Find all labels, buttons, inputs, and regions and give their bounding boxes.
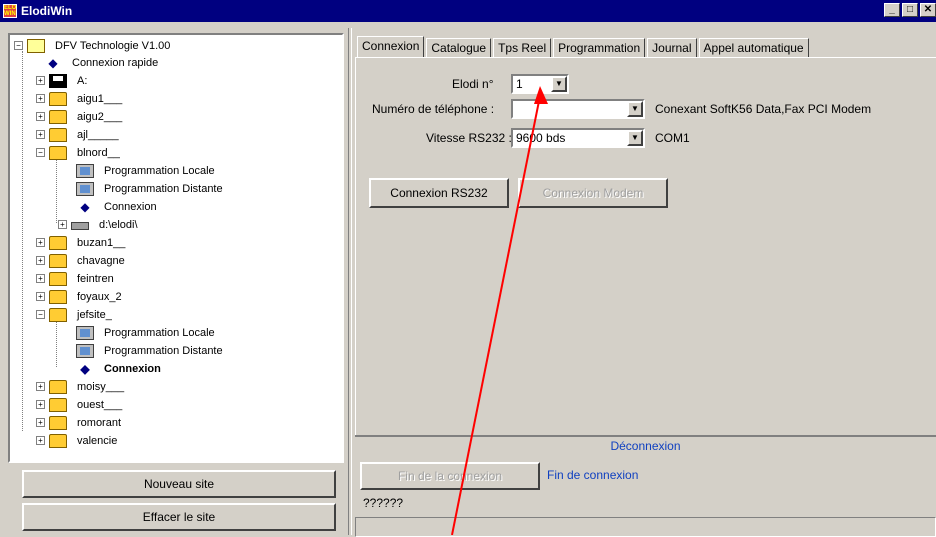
- annotation-arrow: [451, 86, 548, 535]
- arrow-shaft: [451, 95, 541, 535]
- arrow-head: [534, 86, 548, 104]
